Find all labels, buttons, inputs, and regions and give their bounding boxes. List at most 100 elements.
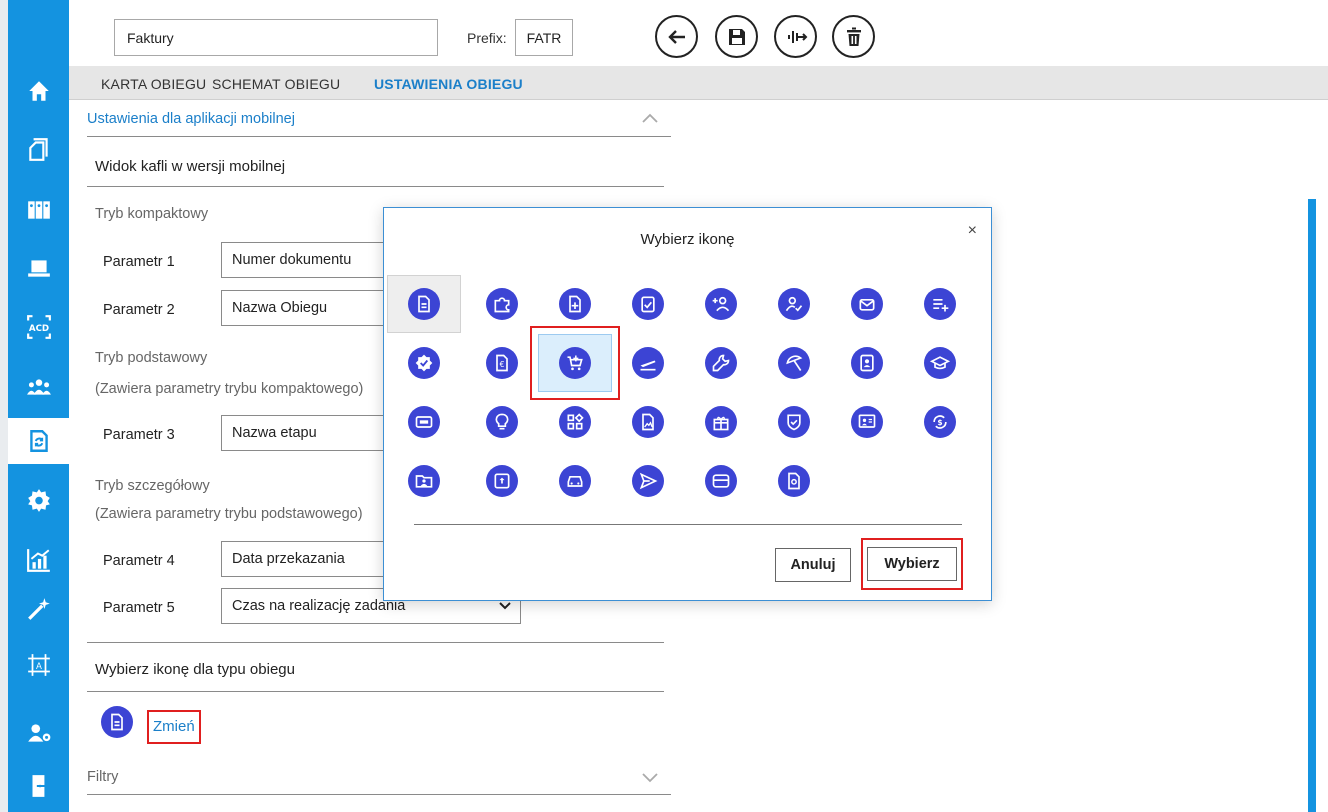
shopping-cart-icon xyxy=(567,355,583,371)
mobile-settings-header[interactable]: Ustawienia dla aplikacji mobilnej xyxy=(87,102,671,137)
icon-option-list-add[interactable] xyxy=(903,275,977,333)
param-5-label: Parametr 5 xyxy=(103,600,175,616)
document-search-icon xyxy=(788,472,800,490)
mail-icon xyxy=(859,299,875,311)
filters-header[interactable]: Filtry xyxy=(87,760,671,795)
param-1-label: Parametr 1 xyxy=(103,254,175,270)
save-button[interactable] xyxy=(715,15,758,58)
image-document-icon xyxy=(642,413,654,431)
icon-option-beach-umbrella[interactable] xyxy=(757,334,831,392)
id-card-icon xyxy=(860,354,874,372)
euro-document-icon: € xyxy=(496,354,508,372)
text-frame-icon[interactable]: A xyxy=(8,642,69,688)
icon-option-widgets[interactable] xyxy=(538,393,612,451)
compact-mode-label: Tryb kompaktowy xyxy=(95,206,209,222)
change-icon-link[interactable]: Zmień xyxy=(147,710,201,744)
chevron-down-icon[interactable] xyxy=(641,768,659,786)
close-icon[interactable]: × xyxy=(968,222,977,240)
magic-wand-icon[interactable] xyxy=(8,586,69,632)
cancel-button[interactable]: Anuluj xyxy=(775,548,851,582)
home-icon[interactable] xyxy=(8,68,69,114)
clipboard-check-icon xyxy=(641,296,655,313)
icon-option-car[interactable] xyxy=(538,452,612,510)
tab-bar: KARTA OBIEGU SCHEMAT OBIEGU USTAWIENIA O… xyxy=(69,66,1328,100)
card-icon xyxy=(712,474,730,488)
delete-button[interactable] xyxy=(832,15,875,58)
gift-icon xyxy=(713,416,729,431)
choose-icon-dialog: Wybierz ikonę × € $ Anuluj Wybierz xyxy=(383,207,992,601)
settings-icon[interactable] xyxy=(8,477,69,523)
param-5-value: Czas na realizację zadania xyxy=(232,598,406,614)
icon-option-shield-check[interactable] xyxy=(757,393,831,451)
document-icon xyxy=(111,713,123,731)
beach-umbrella-icon xyxy=(786,355,803,371)
icon-option-mail[interactable] xyxy=(830,275,904,333)
divider xyxy=(87,186,664,187)
sidebar: ACD A xyxy=(8,0,69,812)
choose-icon-title: Wybierz ikonę dla typu obiegu xyxy=(95,661,295,678)
shield-check-icon xyxy=(787,414,801,431)
chevron-up-icon[interactable] xyxy=(641,110,659,128)
prefix-label: Prefix: xyxy=(467,30,507,46)
icon-option-shopping-cart[interactable] xyxy=(530,326,620,400)
tab-schemat-obiegu[interactable]: SCHEMAT OBIEGU xyxy=(212,76,340,92)
export-button[interactable] xyxy=(774,15,817,58)
icon-option-folder-user[interactable] xyxy=(387,452,461,510)
puzzle-icon xyxy=(494,297,510,313)
icon-option-wrench[interactable] xyxy=(684,334,758,392)
icon-option-ticket[interactable] xyxy=(387,393,461,451)
tab-ustawienia-obiegu[interactable]: USTAWIENIA OBIEGU xyxy=(374,76,523,92)
graduation-cap-icon xyxy=(930,356,950,370)
basic-mode-note: (Zawiera parametry trybu kompaktowego) xyxy=(95,381,364,397)
svg-text:ACD: ACD xyxy=(28,324,48,334)
presentation-icon xyxy=(858,414,876,428)
dialog-divider xyxy=(414,524,962,525)
workflow-icon[interactable] xyxy=(8,418,69,464)
name-input[interactable]: Faktury xyxy=(114,19,438,56)
icon-option-image-document[interactable] xyxy=(611,393,685,451)
svg-text:€: € xyxy=(500,360,505,369)
icon-option-id-card[interactable] xyxy=(830,334,904,392)
prefix-input[interactable]: FATR xyxy=(515,19,573,56)
icon-option-document-search[interactable] xyxy=(757,452,831,510)
icon-option-lightbulb[interactable] xyxy=(465,393,539,451)
icon-option-clipboard-check[interactable] xyxy=(611,275,685,333)
icon-option-money-refresh[interactable]: $ xyxy=(903,393,977,451)
icon-option-user-check[interactable] xyxy=(757,275,831,333)
icon-option-plane[interactable] xyxy=(611,334,685,392)
topbar: Faktury Prefix: FATR xyxy=(69,0,1328,66)
acd-icon[interactable]: ACD xyxy=(8,304,69,350)
document-plus-icon xyxy=(569,295,581,313)
basic-mode-label: Tryb podstawowy xyxy=(95,350,208,366)
icon-option-gift[interactable] xyxy=(684,393,758,451)
folder-user-icon xyxy=(415,475,433,488)
icon-option-euro-document[interactable]: € xyxy=(465,334,539,392)
icon-option-presentation[interactable] xyxy=(830,393,904,451)
icon-option-document[interactable] xyxy=(387,275,461,333)
lightbulb-icon xyxy=(495,413,509,430)
icon-option-graduation-cap[interactable] xyxy=(903,334,977,392)
chart-icon[interactable] xyxy=(8,537,69,583)
icon-option-add-user[interactable] xyxy=(684,275,758,333)
icon-option-badge-check[interactable] xyxy=(387,334,461,392)
icon-option-puzzle[interactable] xyxy=(465,275,539,333)
left-strip xyxy=(0,0,8,812)
back-button[interactable] xyxy=(655,15,698,58)
inbox-icon xyxy=(494,473,510,489)
choose-button-highlight: Wybierz xyxy=(861,538,963,590)
choose-button[interactable]: Wybierz xyxy=(867,547,957,581)
exit-icon[interactable] xyxy=(8,763,69,809)
team-icon[interactable] xyxy=(8,364,69,410)
binders-icon[interactable] xyxy=(8,187,69,233)
detailed-mode-label: Tryb szczegółowy xyxy=(95,478,210,494)
icon-option-card[interactable] xyxy=(684,452,758,510)
documents-icon[interactable] xyxy=(8,126,69,172)
tab-karta-obiegu[interactable]: KARTA OBIEGU xyxy=(101,76,206,92)
delete-icon xyxy=(846,27,861,46)
icon-option-document-plus[interactable] xyxy=(538,275,612,333)
icon-option-inbox[interactable] xyxy=(465,452,539,510)
scrollbar[interactable] xyxy=(1308,199,1316,812)
laptop-icon[interactable] xyxy=(8,245,69,291)
icon-option-send[interactable] xyxy=(611,452,685,510)
user-settings-icon[interactable] xyxy=(8,710,69,756)
